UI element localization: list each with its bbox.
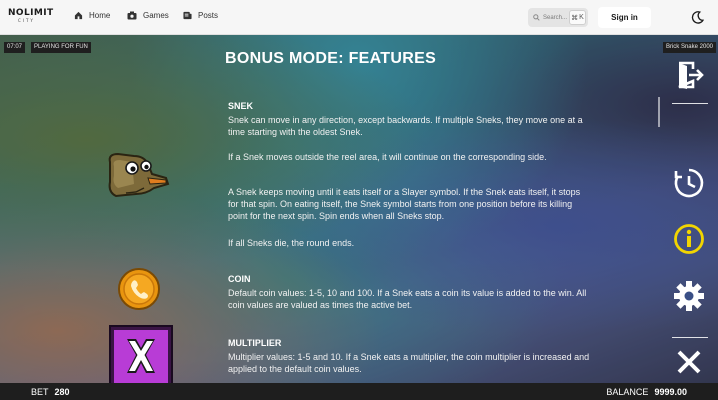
multiplier-symbol-icon [109,325,173,383]
game-sidebar [660,35,718,383]
posts-icon [183,11,192,20]
home-icon [74,11,83,20]
bet-value: 280 [54,387,70,397]
moon-icon[interactable] [690,10,705,25]
search-icon [533,14,540,21]
top-navigation: NOLIMIT CITY Home Games Posts Search... … [0,0,718,35]
exit-icon[interactable] [673,59,705,91]
multiplier-title: MULTIPLIER [228,338,282,348]
status-bar: BET 280 BALANCE 9999.00 [0,383,718,400]
nav-posts-label: Posts [198,11,219,20]
nav-posts[interactable]: Posts [183,11,218,20]
coin-symbol-icon [118,268,160,310]
balance-value: 9999.00 [654,387,687,397]
rules-panel: BONUS MODE: FEATURES SNEK Snek can move … [0,35,660,383]
snek-desc-1: Snek can move in any direction, except b… [228,115,583,137]
games-icon [127,11,137,20]
page-title: BONUS MODE: FEATURES [225,50,437,67]
nav-home-label: Home [89,11,111,20]
search-shortcut: ⌘ K [569,10,586,25]
logo-wordmark: NOLIMIT [8,8,54,18]
close-icon[interactable] [673,346,705,378]
snek-desc-3: A Snek keeps moving until it eats itself… [228,187,581,221]
coin-title: COIN [228,274,251,284]
multiplier-desc: Multiplier values: 1-5 and 10. If a Snek… [228,352,590,374]
nav-home[interactable]: Home [74,11,110,20]
sign-in-button[interactable]: Sign in [598,7,651,28]
logo-subtext: CITY [18,18,35,23]
bet-label: BET [31,387,49,397]
search-shortcut-key: K [579,14,584,21]
sidebar-divider-bottom [672,337,708,338]
game-stage: 07:07 PLAYING FOR FUN Brick Snake 2000 B… [0,35,718,383]
search-placeholder: Search... [543,14,568,21]
settings-icon[interactable] [673,280,705,312]
snek-title: SNEK [228,101,254,111]
command-icon: ⌘ [571,14,579,22]
sidebar-divider-top [672,103,708,104]
balance-label: BALANCE [606,387,649,397]
snek-desc-4: If all Sneks die, the round ends. [228,238,355,248]
balance-display: BALANCE 9999.00 [606,387,687,397]
bet-display[interactable]: BET 280 [31,387,70,397]
nav-games[interactable]: Games [127,11,169,20]
search-input[interactable]: Search... ⌘ K [528,8,588,27]
snek-desc-2: If a Snek moves outside the reel area, i… [228,152,547,162]
info-icon[interactable] [673,223,705,255]
nav-games-label: Games [143,11,169,20]
snek-symbol-icon [108,152,170,198]
nolimit-city-logo[interactable]: NOLIMIT CITY [8,8,54,24]
history-icon[interactable] [673,167,705,199]
coin-desc: Default coin values: 1-5, 10 and 100. If… [228,288,587,310]
